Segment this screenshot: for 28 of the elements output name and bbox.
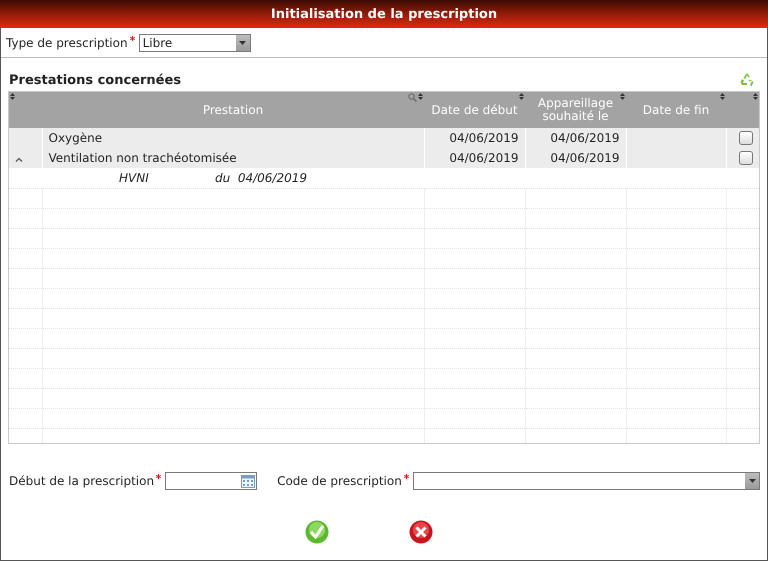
checkbox[interactable]	[739, 151, 753, 166]
field-label: Début de la prescription	[9, 474, 154, 488]
cancel-button[interactable]	[409, 520, 433, 544]
section-title: Prestations concernées	[9, 73, 182, 88]
checkbox[interactable]	[739, 131, 753, 146]
table-cell: 04/06/2019	[525, 128, 626, 148]
detail-code: HVNI	[119, 170, 150, 185]
table-cell: Ventilation non trachéotomisée	[42, 148, 424, 168]
sort-icon	[10, 93, 15, 100]
column-header[interactable]: Prestation	[202, 104, 264, 116]
dropdown-arrow-icon	[239, 40, 246, 44]
table-cell: 04/06/2019	[424, 128, 525, 148]
table-cell: 04/06/2019	[424, 148, 525, 168]
sort-icon	[753, 93, 758, 100]
detail-date: du 04/06/2019	[215, 170, 308, 185]
date-field[interactable]	[165, 472, 258, 490]
confirm-button[interactable]	[305, 520, 329, 544]
calendar-icon[interactable]	[241, 474, 256, 488]
table-cell: Oxygène	[42, 128, 424, 148]
code-select[interactable]	[412, 472, 760, 490]
dropdown-arrow-icon	[748, 479, 756, 483]
recycle-icon[interactable]	[739, 72, 755, 88]
type-select[interactable]: Libre	[138, 34, 251, 52]
field-label: Code de prescription	[277, 474, 402, 488]
caret-icon[interactable]	[15, 157, 23, 162]
window-title: Initialisation de la prescription	[270, 6, 498, 22]
field-label: Type de prescription	[6, 36, 128, 50]
table-cell: 04/06/2019	[525, 148, 626, 168]
